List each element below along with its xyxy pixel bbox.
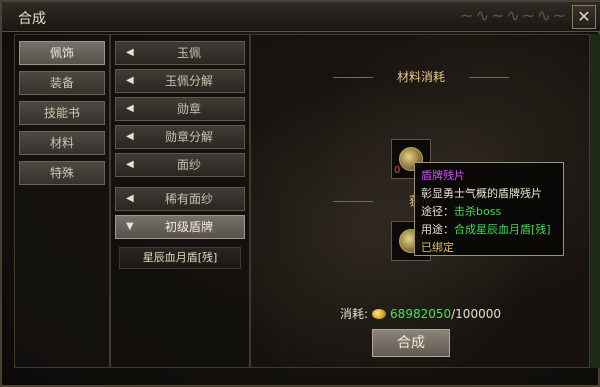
category-tab-material[interactable]: 材料 (19, 131, 105, 155)
category-tab-accessory[interactable]: 佩饰 (19, 41, 105, 65)
subcategory-label: 勋章分解 (164, 130, 213, 144)
material-count: 0 (394, 165, 401, 176)
subcategory-item[interactable]: ◀ 稀有面纱 (115, 187, 245, 211)
category-label: 材料 (49, 136, 74, 150)
title-bar[interactable]: 合成 ~∿~∿~∿~ ✕ (2, 2, 600, 32)
window-title: 合成 (18, 11, 46, 27)
subcategory-label: 面纱 (176, 158, 201, 172)
tooltip-use-value: 合成星辰血月盾[残] (454, 223, 551, 236)
subcategory-item-expanded[interactable]: ▼ 初级盾牌 (115, 215, 245, 239)
tooltip-source-label: 途径： (421, 205, 454, 218)
category-tab-special[interactable]: 特殊 (19, 161, 105, 185)
subcategory-item[interactable]: ◀ 玉佩分解 (115, 69, 245, 93)
category-label: 佩饰 (49, 46, 74, 60)
tooltip-bound-status: 已绑定 (421, 241, 454, 254)
tooltip-use-label: 用途： (421, 223, 454, 236)
category-label: 技能书 (43, 106, 80, 120)
subcategory-label: 初级盾牌 (164, 220, 213, 234)
cost-row: 消耗: 68982050/100000 (340, 305, 501, 323)
close-button[interactable]: ✕ (572, 5, 596, 29)
subcategory-item[interactable]: ◀ 勋章分解 (115, 125, 245, 149)
close-icon: ✕ (577, 7, 591, 26)
subcategory-label: 稀有面纱 (164, 192, 213, 206)
subcategory-label: 勋章 (176, 102, 201, 116)
cost-required: 100000 (455, 307, 501, 321)
background-edge (590, 34, 600, 368)
subcategory-item[interactable]: ◀ 玉佩 (115, 41, 245, 65)
item-tooltip: 盾牌残片 彰显勇士气概的盾牌残片 途径：击杀boss 用途：合成星辰血月盾[残]… (414, 162, 564, 256)
tooltip-description: 彰显勇士气概的盾牌残片 (421, 187, 542, 200)
recipe-label: 星辰血月盾[残] (142, 251, 218, 264)
subcategory-label: 玉佩分解 (164, 74, 213, 88)
category-label: 装备 (49, 76, 74, 90)
category-panel: 佩饰 装备 技能书 材料 特殊 (14, 34, 110, 368)
subcategory-item[interactable]: ◀ 勋章 (115, 97, 245, 121)
divider (469, 77, 509, 78)
crafting-window: 合成 ~∿~∿~∿~ ✕ 佩饰 装备 技能书 材料 特殊 ◀ 玉佩 ◀ 玉佩分解… (0, 0, 600, 387)
category-tab-skillbook[interactable]: 技能书 (19, 101, 105, 125)
craft-button[interactable]: 合成 (372, 329, 450, 357)
category-tab-equipment[interactable]: 装备 (19, 71, 105, 95)
tooltip-item-name: 盾牌残片 (421, 169, 465, 182)
cost-current: 68982050 (390, 307, 452, 321)
subcategory-item[interactable]: ◀ 面纱 (115, 153, 245, 177)
subcategory-label: 玉佩 (176, 46, 201, 60)
craft-button-label: 合成 (397, 335, 425, 351)
tooltip-source-value: 击杀boss (454, 205, 502, 218)
title-ornament: ~∿~∿~∿~ (460, 6, 568, 25)
gold-coin-icon (372, 309, 387, 319)
recipe-item[interactable]: 星辰血月盾[残] (119, 247, 241, 269)
cost-label: 消耗: (340, 307, 369, 321)
category-label: 特殊 (49, 166, 74, 180)
subcategory-panel: ◀ 玉佩 ◀ 玉佩分解 ◀ 勋章 ◀ 勋章分解 ◀ 面纱 ◀ 稀有面纱 ▼ 初级… (110, 34, 250, 368)
